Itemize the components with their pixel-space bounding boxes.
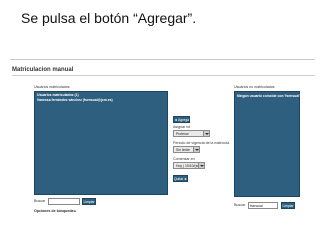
slide-title: Se pulsa el botón “Agregar”. [21,10,197,26]
chevron-right-icon: ▸ [74,209,77,213]
right-search-input[interactable]: fsensual [248,202,278,209]
left-search-label: Buscar [34,199,46,203]
chevron-down-icon [198,163,204,168]
left-search-input[interactable] [48,198,80,205]
search-options-link[interactable]: Opciones de búsqueda ▸ [34,209,76,213]
right-clear-button[interactable]: Limpiar [281,202,295,209]
not-enrolled-users-list[interactable]: Ningún usuario coincide con 'fsensual' [234,91,300,197]
list-item[interactable]: Vanessa fernández sánchez (fsensual@jcm.… [37,98,113,102]
right-search-label: Buscar [234,203,246,207]
search-options-label: Opciones de búsqueda [34,209,74,213]
enrolled-users-label: Usuarios matriculados [34,85,70,89]
left-clear-button[interactable]: Limpiar [82,198,96,205]
start-date-select[interactable]: Hoy ( 15/10/(sel) [173,162,205,169]
not-enrolled-users-label: Usuarios no matriculados [234,85,275,89]
period-select[interactable]: Sin límite [173,146,200,153]
chevron-down-icon [193,147,199,152]
role-select[interactable]: Profesor [173,130,210,137]
enrolled-users-list[interactable]: Usuarios matriculados (1) Vanessa fernán… [34,91,168,195]
add-button[interactable]: ◄ Agregar [173,116,190,123]
panel-divider [12,75,315,76]
list-item[interactable]: Ningún usuario coincide con 'fsensual' [237,94,300,98]
remove-button[interactable]: Quitar ► [173,175,188,182]
role-select-value: Profesor [176,132,189,136]
enrolment-panel-title: Matriculacion manual [12,67,74,73]
list-item[interactable]: Usuarios matriculados (1) [37,93,79,97]
chevron-down-icon [203,131,209,136]
period-select-value: Sin límite [176,148,190,152]
page-divider [10,59,315,60]
